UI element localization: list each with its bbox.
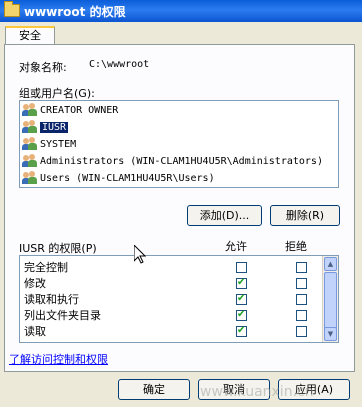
deny-checkbox[interactable]	[296, 310, 307, 321]
deny-checkbox[interactable]	[296, 326, 307, 337]
user-group-icon	[22, 171, 38, 185]
list-item[interactable]: SYSTEM	[22, 137, 76, 153]
security-panel: 对象名称: C:\wwwroot 组或用户名(G): CREATOR OWNER…	[4, 44, 355, 372]
learn-access-control-link[interactable]: 了解访问控制和权限	[9, 351, 108, 367]
ok-button[interactable]: 确定	[118, 379, 190, 400]
groups-label: 组或用户名(G):	[19, 87, 95, 100]
watermark: www.kuanxin.cn	[200, 384, 314, 400]
folder-icon	[4, 1, 20, 17]
permission-label: 列出文件夹目录	[24, 309, 101, 322]
groups-list[interactable]: CREATOR OWNER IUSR SYSTEM Administrators…	[19, 100, 339, 188]
user-group-icon	[22, 103, 38, 117]
object-name-label: 对象名称:	[19, 61, 67, 74]
permission-row: 完全控制	[24, 260, 352, 276]
window-title: wwwroot 的权限	[24, 5, 126, 19]
permission-row: 修改	[24, 275, 352, 292]
deny-checkbox[interactable]	[296, 262, 307, 273]
permission-label: 读取	[24, 325, 46, 338]
allow-checkbox[interactable]	[236, 262, 247, 273]
list-item[interactable]: Users (WIN-CLAM1HU4U5R\Users)	[22, 171, 215, 187]
title-bar[interactable]: wwwroot 的权限	[0, 0, 362, 22]
deny-checkbox[interactable]	[296, 278, 307, 289]
allow-checkbox[interactable]	[236, 323, 247, 339]
scroll-down-icon[interactable]: ▼	[324, 327, 337, 341]
permission-label: 修改	[24, 277, 46, 290]
deny-checkbox[interactable]	[296, 294, 307, 305]
user-group-icon	[22, 120, 38, 134]
allow-header: 允许	[225, 240, 247, 253]
allow-checkbox[interactable]	[236, 291, 247, 307]
permission-label: 完全控制	[24, 261, 68, 274]
permission-row: 读取	[24, 323, 352, 340]
object-name-value: C:\wwwroot	[89, 59, 150, 70]
permission-row: 列出文件夹目录	[24, 307, 352, 324]
permission-row: 读取和执行	[24, 291, 352, 308]
list-item[interactable]: IUSR	[22, 120, 69, 136]
permission-label: 读取和执行	[24, 293, 79, 306]
user-group-icon	[22, 154, 38, 168]
permissions-scrollbar[interactable]: ▲ ▼	[322, 256, 338, 342]
list-item[interactable]: Administrators (WIN-CLAM1HU4U5R\Administ…	[22, 154, 323, 170]
add-button[interactable]: 添加(D)...	[187, 205, 262, 226]
mouse-cursor-icon	[134, 245, 146, 264]
scroll-up-icon[interactable]: ▲	[324, 257, 337, 271]
deny-header: 拒绝	[285, 240, 307, 253]
permissions-list[interactable]: 完全控制 修改 读取和执行 列出文件夹目录 读取 ▲ ▼	[19, 255, 339, 343]
permissions-label: IUSR 的权限(P)	[19, 242, 97, 255]
user-group-icon	[22, 137, 38, 151]
remove-button[interactable]: 删除(R)	[270, 205, 340, 226]
allow-checkbox[interactable]	[236, 275, 247, 291]
allow-checkbox[interactable]	[236, 307, 247, 323]
tab-security[interactable]: 安全	[5, 26, 55, 45]
list-item[interactable]: CREATOR OWNER	[22, 103, 118, 119]
